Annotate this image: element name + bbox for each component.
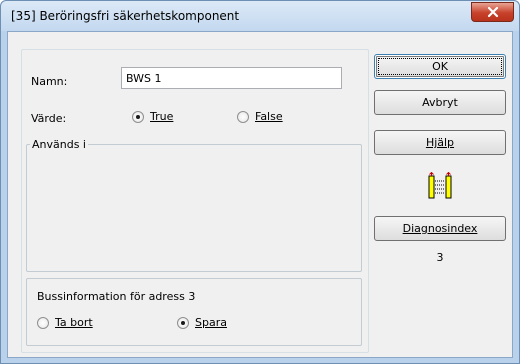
radio-true-label: True	[150, 110, 174, 123]
radio-true-indicator	[132, 110, 144, 123]
close-button[interactable]	[471, 2, 514, 22]
radio-save[interactable]: Spara	[177, 316, 227, 329]
used-in-label: Används i	[30, 138, 88, 151]
radio-remove-label: Ta bort	[55, 316, 93, 329]
focus-rectangle	[378, 58, 502, 75]
title-bar[interactable]: [35] Beröringsfri säkerhetskomponent	[1, 1, 519, 31]
diagnostics-value: 3	[436, 251, 444, 264]
cancel-button-label: Avbryt	[422, 96, 458, 109]
radio-remove-indicator	[37, 316, 49, 329]
value-label: Värde:	[31, 112, 67, 125]
cancel-button[interactable]: Avbryt	[374, 90, 506, 115]
diagnostics-button[interactable]: Diagnosindex	[374, 216, 506, 241]
radio-true[interactable]: True	[132, 110, 173, 123]
name-input[interactable]	[121, 67, 342, 89]
radio-false-indicator	[237, 110, 249, 123]
name-label: Namn:	[31, 75, 68, 88]
help-button[interactable]: Hjälp	[374, 130, 506, 155]
diagnostics-button-label: Diagnosindex	[402, 222, 478, 235]
radio-remove[interactable]: Ta bort	[37, 316, 93, 329]
dialog-window: [35] Beröringsfri säkerhetskomponent Nam…	[0, 0, 520, 364]
radio-false-label: False	[255, 110, 283, 123]
ok-button[interactable]: OK	[374, 54, 506, 79]
bus-info-title: Bussinformation för adress 3	[37, 290, 196, 303]
used-in-panel: Används i	[26, 138, 362, 272]
bus-info-panel: Bussinformation för adress 3 Ta bort Spa…	[26, 278, 362, 346]
dialog-client-area: Namn: Värde: True False Används i Bussin…	[7, 31, 513, 358]
close-icon	[487, 6, 498, 18]
light-curtain-icon	[428, 172, 452, 199]
radio-save-label: Spara	[195, 316, 227, 329]
radio-false[interactable]: False	[237, 110, 283, 123]
main-groupbox: Namn: Värde: True False Används i Bussin…	[21, 49, 369, 353]
help-button-label: Hjälp	[425, 136, 455, 149]
radio-save-indicator	[177, 316, 189, 329]
window-title: [35] Beröringsfri säkerhetskomponent	[11, 9, 240, 23]
